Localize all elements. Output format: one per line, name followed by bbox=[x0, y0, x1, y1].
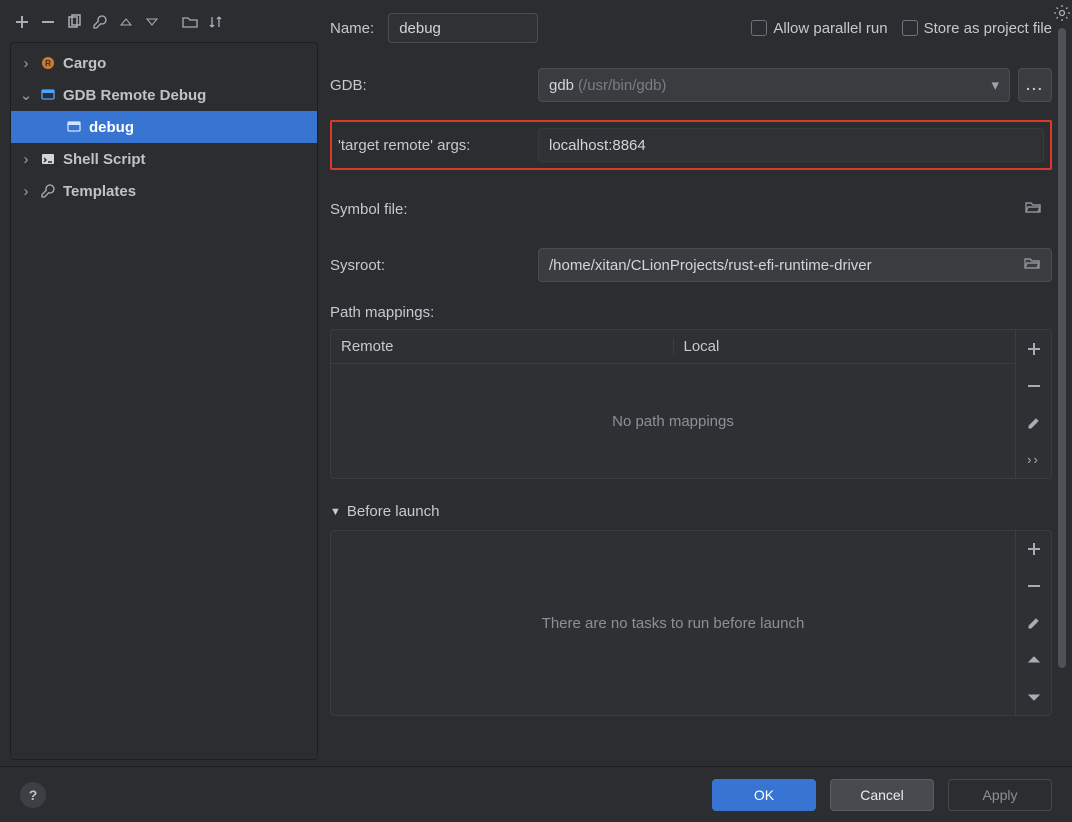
before-launch-side-toolbar bbox=[1015, 531, 1051, 715]
triangle-down-icon: ▼ bbox=[330, 506, 341, 518]
runconfig-icon bbox=[65, 118, 83, 136]
tree-shell-script[interactable]: › Shell Script bbox=[11, 143, 317, 175]
apply-button[interactable]: Apply bbox=[948, 779, 1052, 811]
gdb-value: gdb bbox=[549, 77, 574, 94]
main-panel: Name: Allow parallel run Store as projec… bbox=[318, 0, 1072, 766]
tree-templates[interactable]: › Templates bbox=[11, 175, 317, 207]
tree-label: Templates bbox=[63, 183, 136, 200]
ok-button[interactable]: OK bbox=[712, 779, 816, 811]
runconfig-icon bbox=[39, 86, 57, 104]
help-button[interactable]: ? bbox=[20, 782, 46, 808]
tree-debug[interactable]: debug bbox=[11, 111, 317, 143]
checkbox-label: Allow parallel run bbox=[773, 20, 887, 37]
shell-icon bbox=[39, 150, 57, 168]
add-icon[interactable] bbox=[1016, 531, 1052, 568]
col-local: Local bbox=[674, 338, 1016, 355]
name-label: Name: bbox=[330, 20, 374, 37]
path-mappings-header: Remote Local bbox=[331, 330, 1015, 364]
gdb-select[interactable]: gdb (/usr/bin/gdb) ▾ bbox=[538, 68, 1010, 102]
checkbox-box bbox=[751, 20, 767, 36]
path-mappings-side-toolbar: ›› bbox=[1015, 330, 1051, 478]
move-down-icon[interactable] bbox=[142, 12, 162, 32]
before-launch-empty: There are no tasks to run before launch bbox=[331, 531, 1015, 715]
svg-text:R: R bbox=[45, 59, 51, 68]
tree-gdb-remote[interactable]: ⌄ GDB Remote Debug bbox=[11, 79, 317, 111]
folder-open-icon[interactable] bbox=[1024, 198, 1042, 220]
remove-icon[interactable] bbox=[1016, 568, 1052, 605]
gdb-label: GDB: bbox=[330, 77, 526, 94]
col-remote: Remote bbox=[331, 338, 674, 355]
tree-cargo[interactable]: › R Cargo bbox=[11, 47, 317, 79]
tree-label: debug bbox=[89, 119, 134, 136]
add-icon[interactable] bbox=[1016, 330, 1052, 367]
tree-label: Cargo bbox=[63, 55, 106, 72]
sort-icon[interactable] bbox=[206, 12, 226, 32]
store-as-project-checkbox[interactable]: Store as project file bbox=[902, 20, 1052, 37]
move-up-icon[interactable] bbox=[116, 12, 136, 32]
gear-icon[interactable] bbox=[1053, 4, 1071, 22]
cargo-icon: R bbox=[39, 54, 57, 72]
target-remote-label: 'target remote' args: bbox=[334, 137, 530, 154]
target-remote-row: 'target remote' args: bbox=[330, 120, 1052, 170]
folder-icon[interactable] bbox=[180, 12, 200, 32]
scrollbar[interactable] bbox=[1058, 28, 1066, 762]
add-icon[interactable] bbox=[12, 12, 32, 32]
scrollbar-thumb[interactable] bbox=[1058, 28, 1066, 668]
path-mappings-empty: No path mappings bbox=[331, 364, 1015, 478]
run-config-tree: › R Cargo ⌄ GDB Remote Debug debug › She… bbox=[10, 42, 318, 760]
cancel-button[interactable]: Cancel bbox=[830, 779, 934, 811]
wrench-icon bbox=[39, 182, 57, 200]
symbol-file-input[interactable] bbox=[538, 192, 1052, 226]
edit-icon[interactable] bbox=[1016, 605, 1052, 642]
tree-label: GDB Remote Debug bbox=[63, 87, 206, 104]
checkbox-box bbox=[902, 20, 918, 36]
gdb-more-button[interactable]: ... bbox=[1018, 68, 1052, 102]
name-input[interactable] bbox=[388, 13, 538, 43]
chevron-down-icon: ▾ bbox=[991, 76, 999, 94]
target-remote-input[interactable] bbox=[538, 128, 1044, 162]
sysroot-input[interactable]: /home/xitan/CLionProjects/rust-efi-runti… bbox=[538, 248, 1052, 282]
chevron-down-icon: ⌄ bbox=[19, 86, 33, 104]
before-launch-toggle[interactable]: ▼ Before launch bbox=[330, 503, 1052, 520]
before-launch-label: Before launch bbox=[347, 503, 440, 520]
move-down-icon[interactable] bbox=[1016, 678, 1052, 715]
allow-parallel-checkbox[interactable]: Allow parallel run bbox=[751, 20, 887, 37]
tree-label: Shell Script bbox=[63, 151, 146, 168]
before-launch-panel: There are no tasks to run before launch bbox=[330, 530, 1052, 716]
edit-icon[interactable] bbox=[1016, 404, 1052, 441]
gdb-hint: (/usr/bin/gdb) bbox=[578, 77, 666, 94]
remove-icon[interactable] bbox=[38, 12, 58, 32]
wrench-icon[interactable] bbox=[90, 12, 110, 32]
sidebar: › R Cargo ⌄ GDB Remote Debug debug › She… bbox=[0, 0, 318, 766]
checkbox-label: Store as project file bbox=[924, 20, 1052, 37]
dialog-footer: ? OK Cancel Apply bbox=[0, 766, 1072, 822]
sysroot-label: Sysroot: bbox=[330, 257, 526, 274]
symbol-file-label: Symbol file: bbox=[330, 201, 526, 218]
chevron-right-icon: › bbox=[19, 151, 33, 168]
path-mappings-label: Path mappings: bbox=[330, 304, 1052, 321]
copy-icon[interactable] bbox=[64, 12, 84, 32]
sysroot-value: /home/xitan/CLionProjects/rust-efi-runti… bbox=[549, 257, 872, 274]
path-mappings-panel: Remote Local No path mappings ›› bbox=[330, 329, 1052, 479]
chevron-right-icon: › bbox=[19, 55, 33, 72]
chevron-right-icon: › bbox=[19, 183, 33, 200]
folder-open-icon[interactable] bbox=[1023, 254, 1041, 276]
remove-icon[interactable] bbox=[1016, 367, 1052, 404]
expand-icon[interactable]: ›› bbox=[1016, 441, 1052, 478]
move-up-icon[interactable] bbox=[1016, 641, 1052, 678]
right-gutter bbox=[1052, 0, 1072, 766]
sidebar-toolbar bbox=[10, 6, 318, 38]
